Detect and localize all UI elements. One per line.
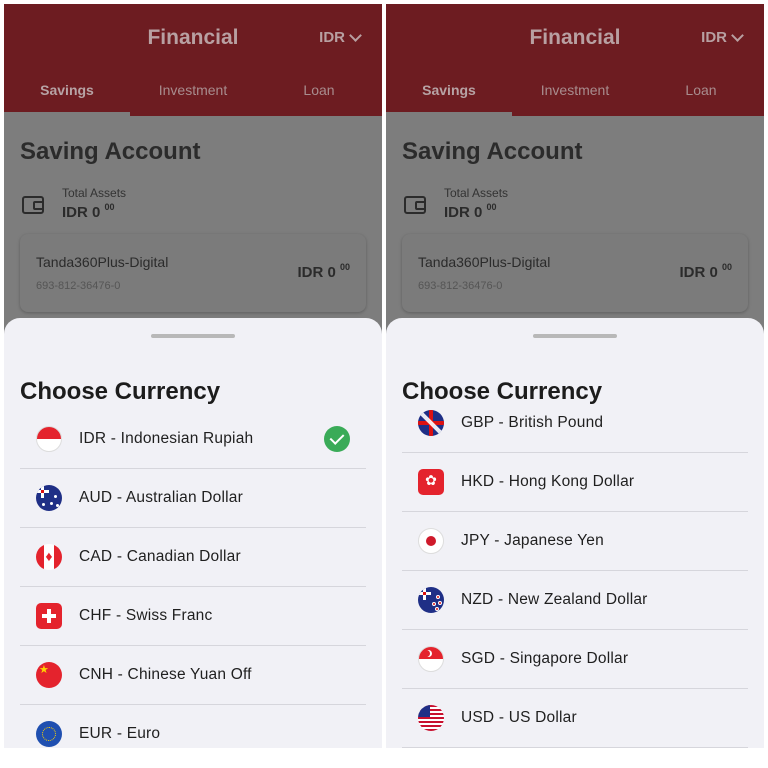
currency-selector-label: IDR [319,29,345,46]
tab-loan[interactable]: Loan [256,70,382,116]
section-title: Saving Account [402,138,583,165]
currency-option-jpy[interactable]: JPY - Japanese Yen [402,512,748,571]
account-balance-cents: 00 [721,262,732,272]
currency-label: CHF - Swiss Franc [79,607,213,624]
tab-savings[interactable]: Savings [386,70,512,116]
account-balance-value: IDR 0 [297,264,336,281]
account-name: Tanda360Plus-Digital [418,254,551,270]
chevron-down-icon [349,28,362,42]
app-header: Financial IDR Savings Investment Loan [4,4,382,116]
sgd-flag-icon [418,646,444,672]
sheet-title: Choose Currency [20,378,221,405]
total-assets-amount: IDR 0 00 [62,202,115,221]
aud-flag-icon [36,485,62,511]
currency-option-sgd[interactable]: SGD - Singapore Dollar [402,630,748,689]
wallet-icon [404,196,426,214]
currency-option-aud[interactable]: AUD - Australian Dollar [20,469,366,528]
usd-flag-icon [418,705,444,731]
tab-investment[interactable]: Investment [130,70,256,116]
idr-flag-icon [36,426,62,452]
currency-label: IDR - Indonesian Rupiah [79,430,254,447]
wallet-icon [22,196,44,214]
currency-selector[interactable]: IDR [319,28,362,46]
total-amount-value: IDR 0 [444,204,483,221]
right-screen: Financial IDR Savings Investment Loan Sa… [386,4,764,748]
account-balance: IDR 0 00 [297,262,350,281]
tab-savings[interactable]: Savings [4,70,130,116]
account-card[interactable]: Tanda360Plus-Digital 693-812-36476-0 IDR… [402,234,748,312]
tab-investment[interactable]: Investment [512,70,638,116]
currency-option-chf[interactable]: CHF - Swiss Franc [20,587,366,646]
currency-selector[interactable]: IDR [701,28,744,46]
currency-label: JPY - Japanese Yen [461,532,604,549]
currency-option-idr[interactable]: IDR - Indonesian Rupiah [20,410,366,469]
currency-option-cad[interactable]: CAD - Canadian Dollar [20,528,366,587]
currency-option-cnh[interactable]: CNH - Chinese Yuan Off [20,646,366,705]
total-assets-label: Total Assets [62,186,127,200]
currency-option-gbp[interactable]: GBP - British Pound [402,394,748,453]
chf-flag-icon [36,603,62,629]
chevron-down-icon [731,28,744,42]
jpy-flag-icon [418,528,444,554]
saving-section: Saving Account Total Assets IDR 0 00 Tan… [4,116,382,346]
total-assets-amount: IDR 0 00 [444,202,497,221]
app-header: Financial IDR Savings Investment Loan [386,4,764,116]
account-name: Tanda360Plus-Digital [36,254,169,270]
tab-bar: Savings Investment Loan [386,70,764,116]
currency-sheet: Choose Currency GBP - British Pound HKD … [386,318,764,748]
left-screen: Financial IDR Savings Investment Loan Sa… [4,4,382,748]
account-number: 693-812-36476-0 [36,280,121,292]
currency-label: SGD - Singapore Dollar [461,650,629,667]
tab-bar: Savings Investment Loan [4,70,382,116]
currency-label: USD - US Dollar [461,709,577,726]
currency-selector-label: IDR [701,29,727,46]
total-amount-cents: 00 [486,202,497,212]
cnh-flag-icon [36,662,62,688]
currency-option-eur[interactable]: EUR - Euro [20,705,366,748]
check-icon [324,426,350,452]
account-balance-cents: 00 [339,262,350,272]
currency-option-nzd[interactable]: NZD - New Zealand Dollar [402,571,748,630]
currency-label: CAD - Canadian Dollar [79,548,241,565]
currency-label: CNH - Chinese Yuan Off [79,666,252,683]
currency-label: NZD - New Zealand Dollar [461,591,648,608]
account-number: 693-812-36476-0 [418,280,503,292]
cad-flag-icon [36,544,62,570]
gbp-flag-icon [418,410,444,436]
currency-sheet: Choose Currency IDR - Indonesian Rupiah … [4,318,382,748]
currency-label: GBP - British Pound [461,414,604,431]
tab-loan[interactable]: Loan [638,70,764,116]
sheet-drag-handle[interactable] [151,334,235,338]
account-balance: IDR 0 00 [679,262,732,281]
currency-list: GBP - British Pound HKD - Hong Kong Doll… [402,394,748,748]
hkd-flag-icon [418,469,444,495]
section-title: Saving Account [20,138,201,165]
eur-flag-icon [36,721,62,747]
nzd-flag-icon [418,587,444,613]
total-assets-label: Total Assets [444,186,509,200]
currency-label: EUR - Euro [79,725,161,742]
currency-label: AUD - Australian Dollar [79,489,243,506]
saving-section: Saving Account Total Assets IDR 0 00 Tan… [386,116,764,346]
currency-list: IDR - Indonesian Rupiah AUD - Australian… [20,410,366,748]
total-amount-cents: 00 [104,202,115,212]
currency-label: HKD - Hong Kong Dollar [461,473,635,490]
account-card[interactable]: Tanda360Plus-Digital 693-812-36476-0 IDR… [20,234,366,312]
total-amount-value: IDR 0 [62,204,101,221]
currency-option-hkd[interactable]: HKD - Hong Kong Dollar [402,453,748,512]
sheet-drag-handle[interactable] [533,334,617,338]
currency-option-usd[interactable]: USD - US Dollar [402,689,748,748]
account-balance-value: IDR 0 [679,264,718,281]
